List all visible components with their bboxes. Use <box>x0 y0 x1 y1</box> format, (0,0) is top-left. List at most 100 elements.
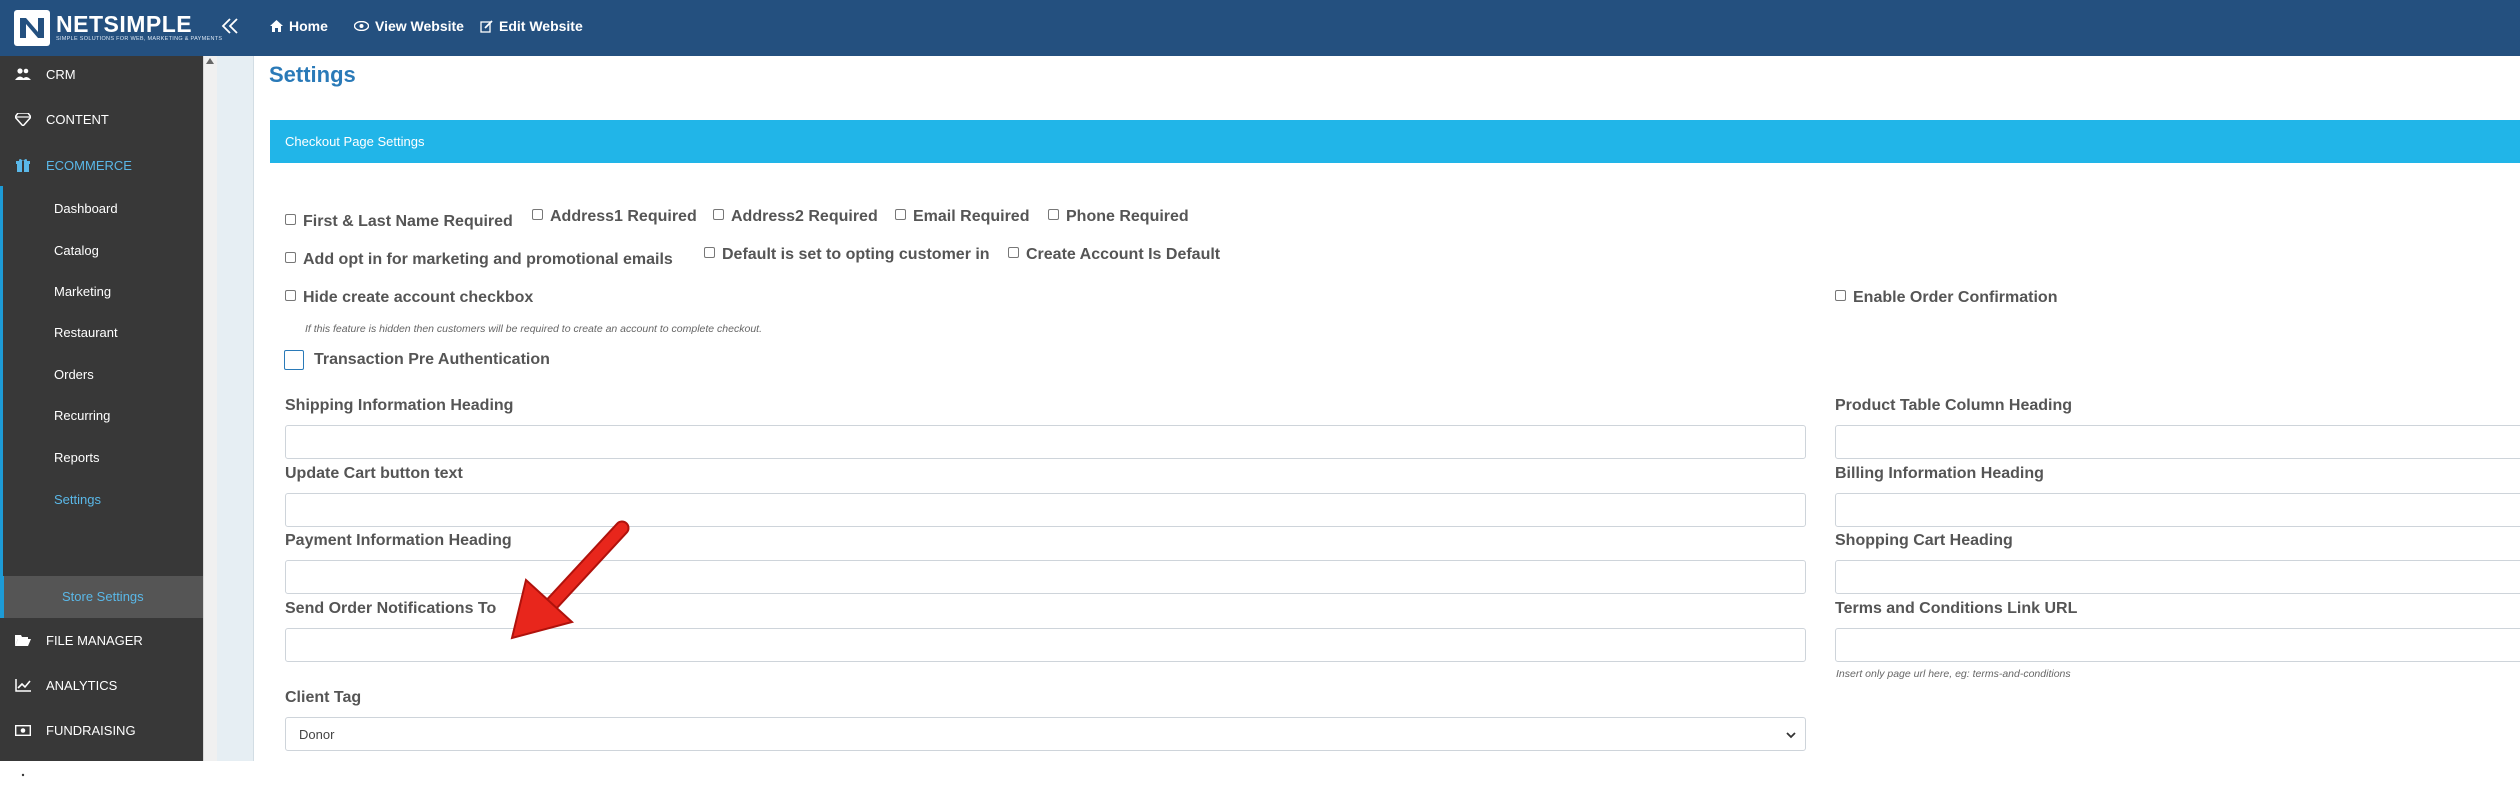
label-terms-url: Terms and Conditions Link URL <box>1835 600 2078 617</box>
checkbox[interactable] <box>713 209 724 220</box>
checkbox-label: Add opt in for marketing and promotional… <box>303 251 673 268</box>
checkbox-address2[interactable]: Address2 Required <box>713 208 878 226</box>
checkbox-default-opt-in[interactable]: Default is set to opting customer in <box>704 246 990 264</box>
nav-view-website-label: View Website <box>375 18 464 34</box>
checkbox-label: Create Account Is Default <box>1026 246 1221 263</box>
netsimple-logo-icon <box>14 10 50 46</box>
red-arrow-annotation-icon <box>510 520 630 640</box>
checkbox[interactable] <box>285 252 296 263</box>
edit-icon <box>480 19 493 33</box>
panel-header: Checkout Page Settings <box>270 120 2520 163</box>
checkbox-transaction-pre-auth[interactable]: Transaction Pre Authentication <box>284 350 550 370</box>
terms-url-input[interactable] <box>1835 628 2520 662</box>
sidebar-item-marketing[interactable]: Marketing <box>54 284 111 299</box>
sidebar-item-master-settings[interactable]: MASTER SETTINGS <box>0 761 203 789</box>
label-update-cart-text: Update Cart button text <box>285 465 463 482</box>
logo[interactable]: NETSIMPLE SIMPLE SOLUTIONS FOR WEB, MARK… <box>14 10 222 46</box>
checkbox[interactable] <box>285 214 296 225</box>
shipping-heading-input[interactable] <box>285 425 1806 459</box>
top-bar: NETSIMPLE SIMPLE SOLUTIONS FOR WEB, MARK… <box>0 0 2520 56</box>
checkbox[interactable] <box>1835 290 1846 301</box>
checkbox-label: Hide create account checkbox <box>303 289 534 306</box>
checkbox-hide-create-account[interactable]: Hide create account checkbox <box>285 289 533 307</box>
checkbox[interactable] <box>1048 209 1059 220</box>
sidebar-item-catalog[interactable]: Catalog <box>54 243 99 258</box>
shopping-cart-heading-input[interactable] <box>1835 560 2520 594</box>
line-chart-icon <box>15 677 31 693</box>
page-title: Settings <box>269 62 356 87</box>
sidebar-item-file-manager[interactable]: FILE MANAGER <box>0 626 203 654</box>
sidebar-item-settings[interactable]: Settings <box>54 492 101 507</box>
sidebar-item-store-settings[interactable]: Store Settings <box>0 576 203 618</box>
nav-edit-website-label: Edit Website <box>499 18 583 34</box>
collapse-sidebar-button[interactable] <box>218 14 244 40</box>
hide-create-account-help: If this feature is hidden then customers… <box>305 323 763 335</box>
folder-open-icon <box>15 632 31 648</box>
gift-icon <box>15 157 31 173</box>
sidebar-item-fundraising[interactable]: FUNDRAISING <box>0 716 203 744</box>
nav-home[interactable]: Home <box>270 18 328 34</box>
checkbox-label: Transaction Pre Authentication <box>314 351 550 368</box>
nav-view-website[interactable]: View Website <box>354 18 464 34</box>
sidebar-label-content: CONTENT <box>46 111 109 127</box>
label-payment-heading: Payment Information Heading <box>285 532 512 549</box>
double-chevron-left-icon <box>221 18 238 34</box>
checkbox-label: Email Required <box>913 208 1030 225</box>
checkbox[interactable] <box>895 209 906 220</box>
checkbox[interactable] <box>704 247 715 258</box>
checkbox-address1[interactable]: Address1 Required <box>532 208 697 226</box>
checkbox[interactable] <box>285 290 296 301</box>
users-icon <box>15 66 31 82</box>
checkbox-label: Phone Required <box>1066 208 1189 225</box>
label-client-tag: Client Tag <box>285 689 362 706</box>
checkbox-label: Address2 Required <box>731 208 878 225</box>
submenu-indicator <box>0 186 3 576</box>
checkbox-first-last-name[interactable]: First & Last Name Required <box>285 213 513 231</box>
money-bill-icon <box>15 722 31 738</box>
nav-home-label: Home <box>289 18 328 34</box>
label-shopping-cart-heading: Shopping Cart Heading <box>1835 532 2013 549</box>
product-table-heading-input[interactable] <box>1835 425 2520 459</box>
checkbox[interactable] <box>284 350 304 370</box>
checkbox[interactable] <box>1008 247 1019 258</box>
sidebar-item-orders[interactable]: Orders <box>54 367 94 382</box>
sidebar-item-crm[interactable]: CRM <box>0 60 203 88</box>
sidebar-label-master-settings: MASTER SETTINGS <box>46 767 169 783</box>
sidebar-item-analytics[interactable]: ANALYTICS <box>0 671 203 699</box>
panel-title: Checkout Page Settings <box>285 134 425 149</box>
billing-heading-input[interactable] <box>1835 493 2520 527</box>
sidebar-item-recurring[interactable]: Recurring <box>54 408 110 423</box>
sidebar-item-content[interactable]: CONTENT <box>0 105 203 133</box>
scroll-up-arrow-icon[interactable] <box>206 58 214 64</box>
checkbox-create-account-default[interactable]: Create Account Is Default <box>1008 246 1220 264</box>
sidebar-label-file-manager: FILE MANAGER <box>46 632 143 648</box>
diamond-icon <box>15 111 31 127</box>
home-icon <box>270 20 283 32</box>
checkbox[interactable] <box>532 209 543 220</box>
sidebar-scrollbar[interactable] <box>203 56 217 761</box>
checkbox-phone[interactable]: Phone Required <box>1048 208 1189 226</box>
sidebar-label-ecommerce: ECOMMERCE <box>46 157 132 173</box>
sidebar-label-fundraising: FUNDRAISING <box>46 722 136 738</box>
nav-edit-website[interactable]: Edit Website <box>480 18 583 34</box>
checkbox-label: Default is set to opting customer in <box>722 246 990 263</box>
content-gutter <box>217 56 254 761</box>
sidebar-item-ecommerce[interactable]: ECOMMERCE <box>0 151 203 179</box>
eye-icon <box>354 21 369 31</box>
brand-name: NETSIMPLE <box>56 11 193 37</box>
checkbox-email[interactable]: Email Required <box>895 208 1029 226</box>
sidebar: CRM CONTENT ECOMMERCE Dashboard Catalog … <box>0 56 203 783</box>
sidebar-item-restaurant[interactable]: Restaurant <box>54 325 118 340</box>
sidebar-item-reports[interactable]: Reports <box>54 450 100 465</box>
terms-url-help: Insert only page url here, eg: terms-and… <box>1836 668 2071 680</box>
checkbox-opt-in[interactable]: Add opt in for marketing and promotional… <box>285 251 673 269</box>
checkbox-label: First & Last Name Required <box>303 213 513 230</box>
sidebar-item-dashboard[interactable]: Dashboard <box>54 201 118 216</box>
checkbox-enable-order-confirmation[interactable]: Enable Order Confirmation <box>1835 289 2057 307</box>
label-shipping-heading: Shipping Information Heading <box>285 397 514 414</box>
client-tag-value: Donor <box>299 727 335 742</box>
client-tag-select[interactable]: Donor <box>285 717 1806 751</box>
chevron-down-icon <box>1786 732 1796 739</box>
checkbox-label: Address1 Required <box>550 208 697 225</box>
sidebar-label-analytics: ANALYTICS <box>46 677 118 693</box>
